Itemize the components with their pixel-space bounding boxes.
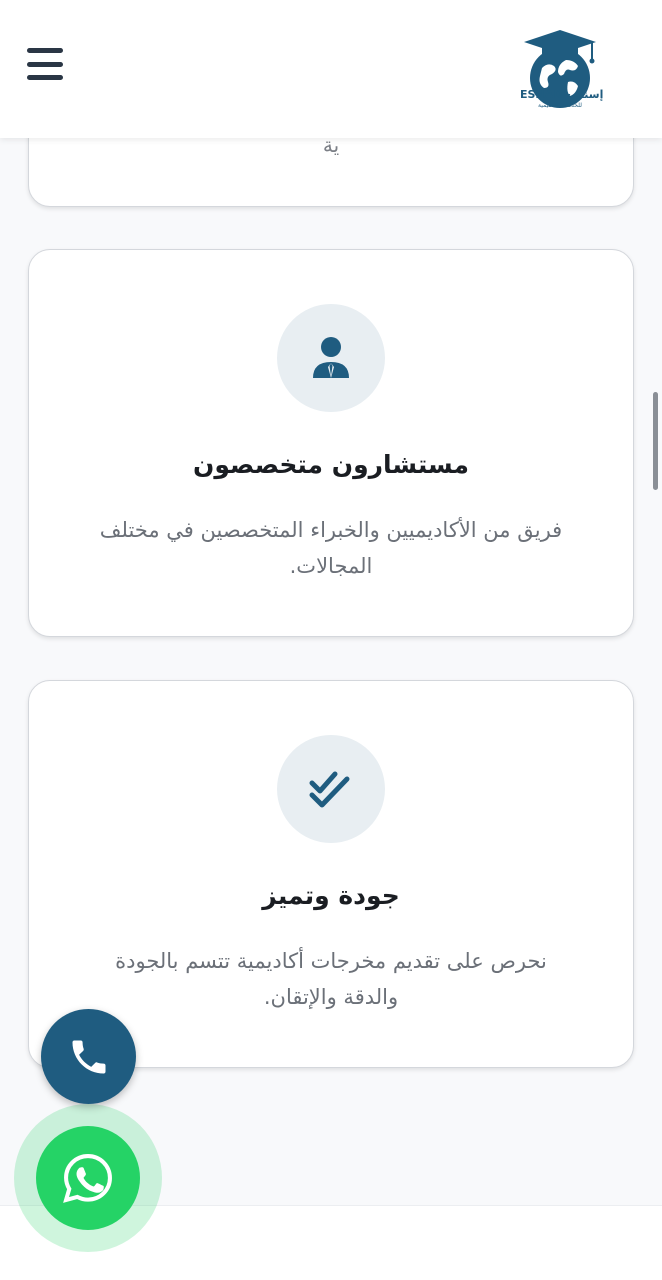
page: ESNAD - إسناد للخدمات التعليمية ية مستشا… [0, 0, 662, 1280]
card-title: مستشارون متخصصون [193, 450, 469, 479]
whatsapp-button[interactable] [36, 1126, 140, 1230]
hamburger-menu-icon[interactable] [27, 48, 63, 80]
card-title: جودة وتميز [262, 881, 400, 910]
card-description: نحرص على تقديم مخرجات أكاديمية تتسم بالج… [115, 949, 547, 1009]
user-tie-icon [277, 304, 385, 412]
feature-card-advisors: مستشارون متخصصون فريق من الأكاديميين وال… [28, 249, 634, 637]
feature-card-quality: جودة وتميز نحرص على تقديم مخرجات أكاديمي… [28, 680, 634, 1068]
whatsapp-icon [63, 1154, 112, 1203]
logo-subtitle: للخدمات التعليمية [538, 102, 582, 109]
site-header: ESNAD - إسناد للخدمات التعليمية [0, 0, 662, 138]
phone-icon [72, 1040, 105, 1073]
phone-call-button[interactable] [41, 1009, 136, 1104]
card-description: فريق من الأكاديميين والخبراء المتخصصين ف… [99, 518, 563, 578]
page-scrollbar[interactable] [653, 392, 658, 490]
logo-name: ESNAD - إسناد [520, 88, 604, 101]
double-check-icon [277, 735, 385, 843]
